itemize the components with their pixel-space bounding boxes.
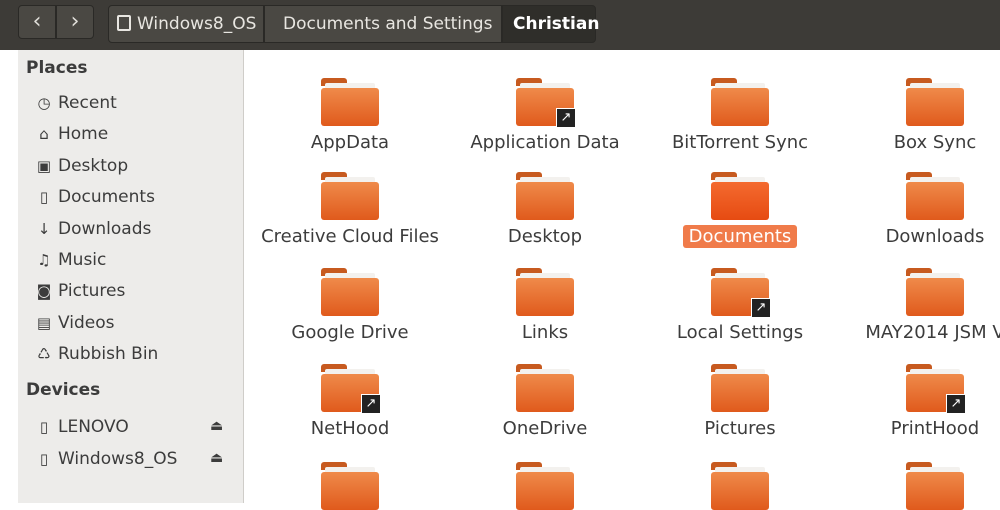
folder-label: OneDrive	[502, 418, 588, 439]
folder-item[interactable]: ↗ Local Settings	[640, 268, 840, 343]
device-item-lenovo[interactable]: ▯ LENOVO	[34, 414, 129, 440]
breadcrumb-documents-and-settings[interactable]: Documents and Settings	[264, 5, 502, 43]
places-heading: Places	[26, 58, 88, 78]
folder-item[interactable]: ↗ NetHood	[250, 364, 450, 439]
sidebar-item-recent[interactable]: ◷ Recent	[34, 90, 117, 116]
folder-item[interactable]: Pictures	[640, 364, 840, 439]
folder-item[interactable]: Desktop	[445, 172, 645, 247]
folder-item[interactable]: BitTorrent Sync	[640, 78, 840, 153]
folder-label: Google Drive	[291, 322, 409, 343]
sidebar-item-home[interactable]: ⌂ Home	[34, 121, 108, 147]
folder-icon	[711, 78, 769, 126]
folder-item[interactable]: OneDrive	[445, 364, 645, 439]
folder-icon	[906, 268, 964, 316]
folder-icon	[711, 172, 769, 220]
sidebar-item-rubbish-bin[interactable]: ♺ Rubbish Bin	[34, 341, 158, 367]
music-icon: ♫	[37, 251, 51, 269]
eject-icon[interactable]: ⏏	[210, 450, 223, 466]
sidebar-item-label: Documents	[58, 187, 155, 208]
folder-icon	[906, 172, 964, 220]
shortcut-arrow-icon: ↗	[556, 108, 576, 128]
drive-icon: ▯	[39, 450, 49, 468]
trash-icon: ♺	[37, 345, 51, 364]
device-label: LENOVO	[58, 417, 129, 437]
folder-icon	[321, 172, 379, 220]
sidebar-item-documents[interactable]: ▯ Documents	[34, 184, 155, 210]
folder-item[interactable]: MAY2014 JSM V	[835, 268, 1000, 343]
folder-label: Local Settings	[676, 322, 804, 343]
sidebar-item-pictures[interactable]: ◙ Pictures	[34, 278, 126, 304]
folder-icon	[321, 78, 379, 126]
shortcut-arrow-icon: ↗	[751, 298, 771, 318]
sidebar-item-label: Desktop	[58, 155, 129, 176]
document-icon: ▯	[39, 188, 49, 207]
back-button[interactable]: ‹	[18, 5, 56, 39]
folder-item[interactable]: ↗ PrintHood	[835, 364, 1000, 439]
folder-icon	[516, 268, 574, 316]
folder-grid: AppData ↗ Application Data BitTorrent Sync B…	[245, 50, 1000, 510]
folder-icon	[906, 78, 964, 126]
download-icon: ↓	[37, 219, 51, 238]
folder-label: MAY2014 JSM V	[865, 322, 1000, 343]
device-item-windows8-os[interactable]: ▯ Windows8_OS	[34, 446, 178, 472]
folder-label: Application Data	[470, 132, 620, 153]
folder-item[interactable]: Links	[445, 268, 645, 343]
folder-label: Downloads	[885, 226, 985, 247]
folder-icon: ↗	[516, 78, 576, 128]
folder-label: BitTorrent Sync	[671, 132, 809, 153]
sidebar-item-videos[interactable]: ▤ Videos	[34, 310, 115, 336]
devices-heading: Devices	[26, 380, 101, 400]
drive-icon: ▯	[39, 418, 49, 436]
breadcrumb-label: Windows8_OS	[137, 14, 257, 34]
folder-icon	[516, 172, 574, 220]
folder-label: AppData	[310, 132, 390, 153]
sidebar-item-music[interactable]: ♫ Music	[34, 247, 106, 273]
folder-label: Box Sync	[893, 132, 977, 153]
shortcut-arrow-icon: ↗	[946, 394, 966, 414]
folder-item[interactable]: Creative Cloud Files	[250, 172, 450, 247]
folder-label: Pictures	[704, 418, 776, 439]
sidebar-item-label: Home	[58, 124, 109, 145]
breadcrumb-christian[interactable]: Christian	[502, 5, 599, 43]
folder-item[interactable]: Downloads	[835, 172, 1000, 247]
sidebar-item-downloads[interactable]: ↓ Downloads	[34, 216, 152, 242]
folder-item[interactable]: Google Drive	[250, 268, 450, 343]
folder-item[interactable]: ↗ Application Data	[445, 78, 645, 153]
eject-icon[interactable]: ⏏	[210, 418, 223, 434]
breadcrumb-windows8-os[interactable]: Windows8_OS	[108, 5, 264, 43]
folder-label: Creative Cloud Files	[261, 226, 439, 247]
folder-label: Documents	[682, 225, 798, 248]
drive-icon	[117, 15, 131, 31]
sidebar-item-label: Videos	[58, 312, 115, 333]
desktop-folder-icon: ▣	[36, 156, 52, 175]
sidebar-item-label: Music	[58, 250, 107, 270]
folder-icon	[711, 364, 769, 412]
shortcut-arrow-icon: ↗	[361, 394, 381, 414]
sidebar-item-desktop[interactable]: ▣ Desktop	[34, 153, 128, 179]
folder-label: PrintHood	[890, 418, 980, 439]
sidebar-item-label: Downloads	[58, 218, 152, 239]
folder-icon: ↗	[321, 364, 381, 414]
device-label: Windows8_OS	[58, 449, 178, 469]
sidebar-item-label: Pictures	[58, 281, 126, 302]
home-icon: ⌂	[39, 125, 49, 144]
sidebar-item-label: Recent	[58, 93, 117, 113]
path-bar: ‹ › Windows8_OS Documents and Settings C…	[0, 0, 1000, 50]
folder-item[interactable]: AppData	[250, 78, 450, 153]
folder-item[interactable]: Documents	[640, 172, 840, 248]
folder-item[interactable]: Box Sync	[835, 78, 1000, 153]
folder-label: Desktop	[507, 226, 583, 247]
forward-button[interactable]: ›	[56, 5, 94, 39]
folder-label: Links	[521, 322, 569, 343]
folder-icon	[321, 268, 379, 316]
folder-icon	[516, 364, 574, 412]
folder-icon: ↗	[711, 268, 771, 318]
sidebar-item-label: Rubbish Bin	[58, 344, 159, 365]
clock-icon: ◷	[37, 94, 51, 112]
folder-label: NetHood	[310, 418, 390, 439]
sidebar: Places ◷ Recent ⌂ Home ▣ Desktop ▯ Documents ↓ Do…	[18, 50, 244, 503]
film-icon: ▤	[36, 313, 52, 332]
folder-icon: ↗	[906, 364, 966, 414]
camera-icon: ◙	[36, 282, 52, 301]
